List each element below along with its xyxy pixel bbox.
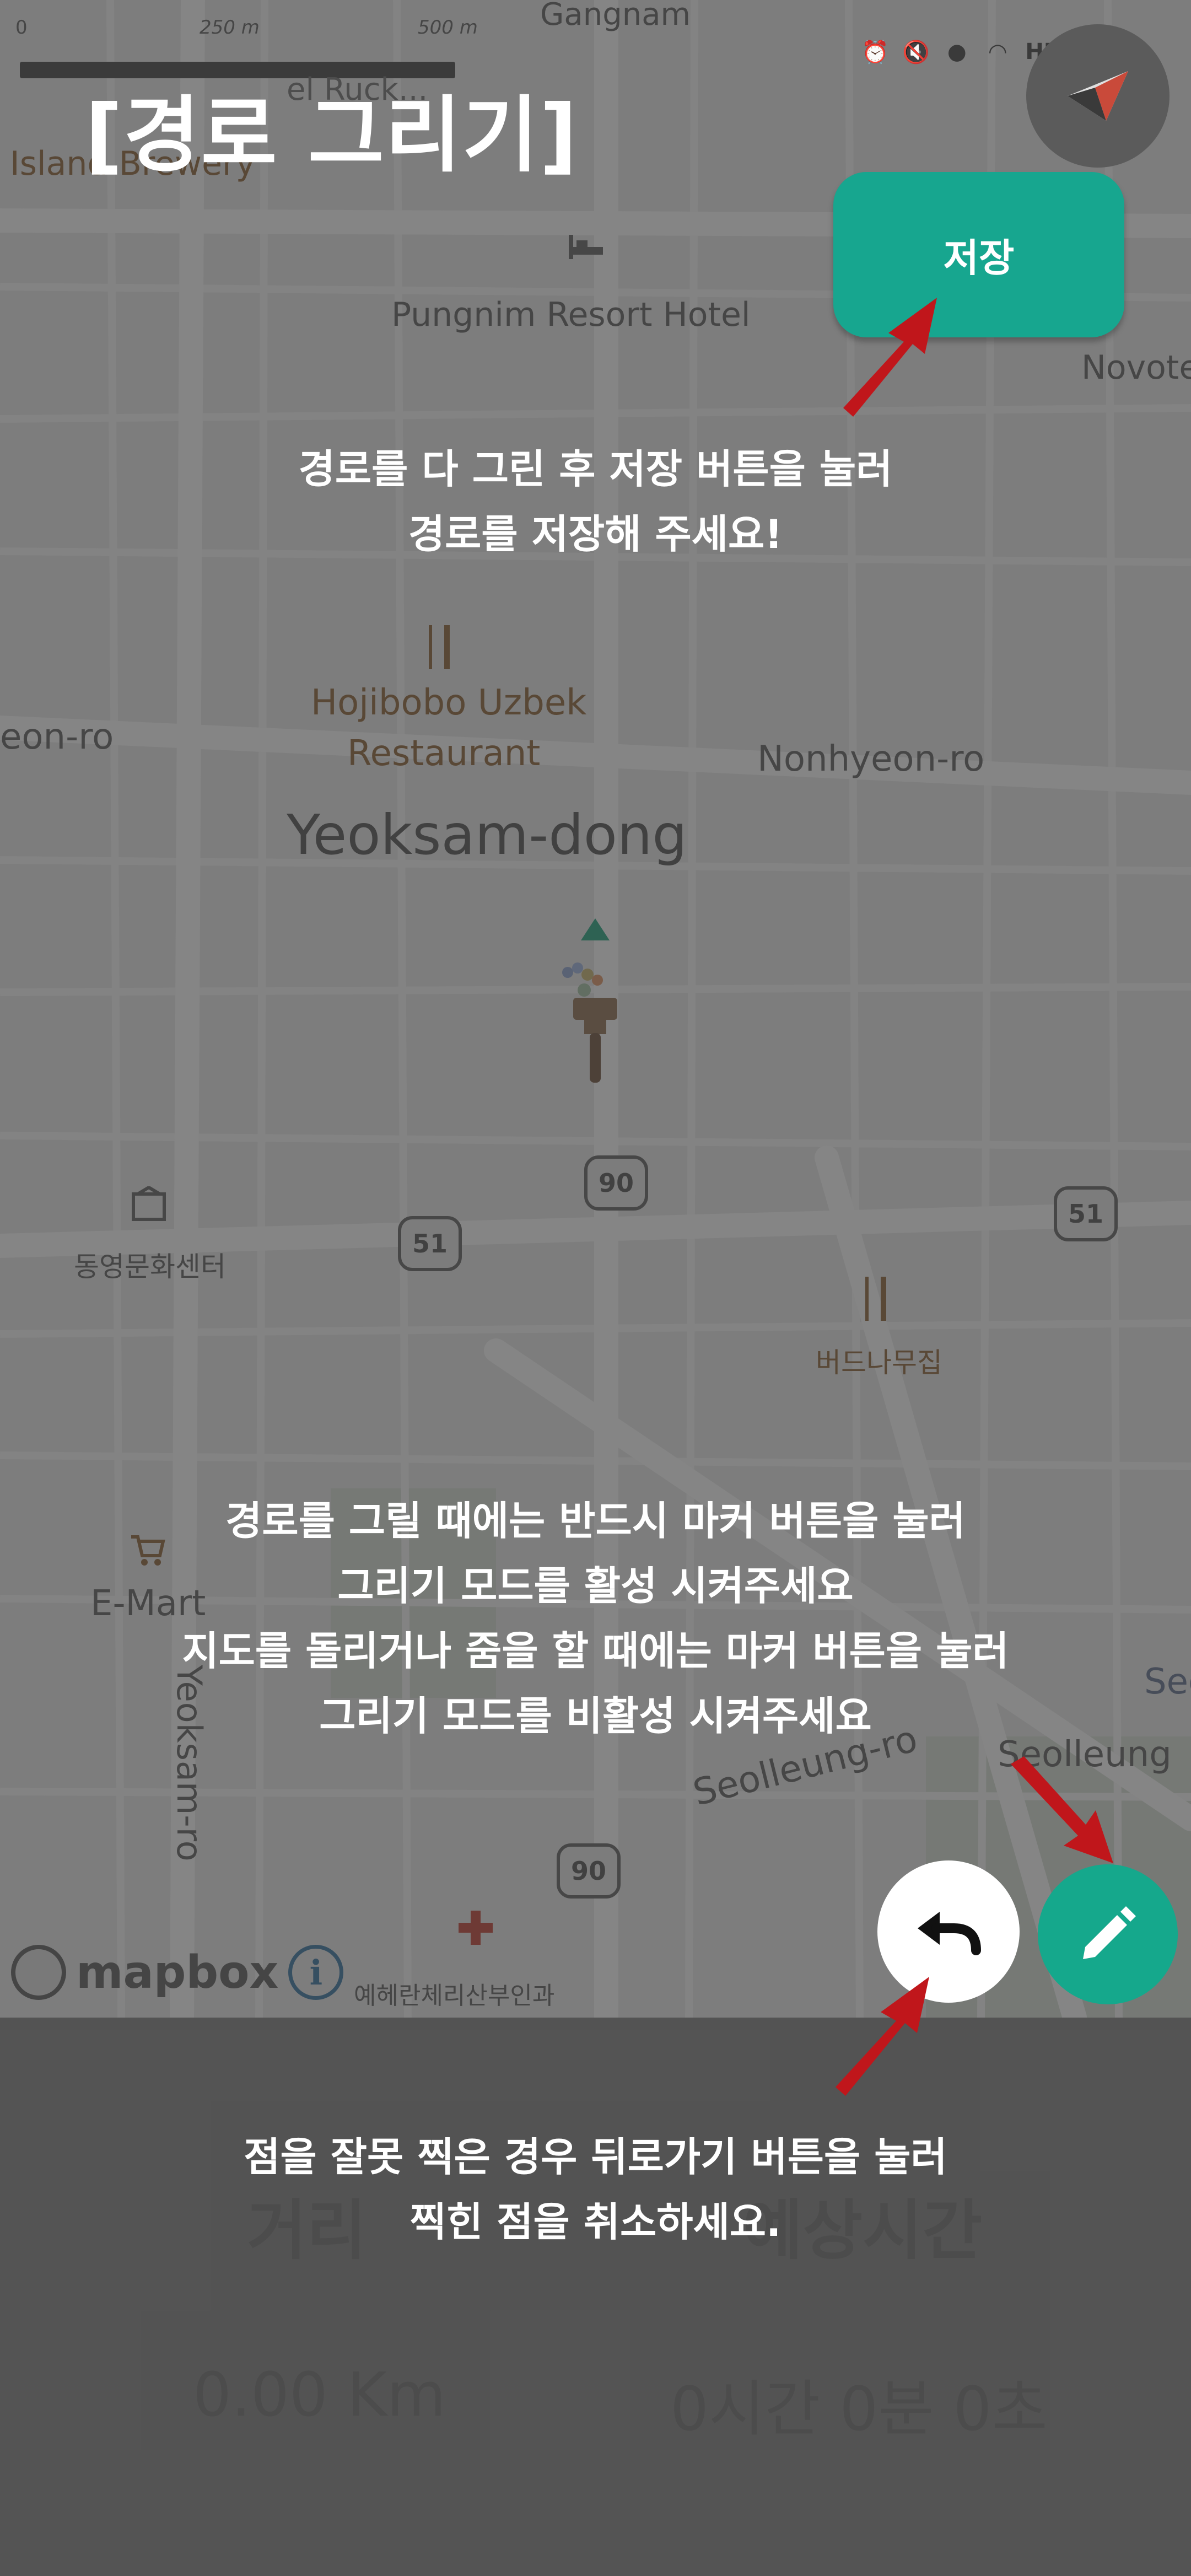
alarm-icon: ⏰ <box>861 39 890 65</box>
map-label-restaurant-tree: 버드나무집 <box>816 1347 942 1379</box>
undo-hint-line-1: 점을 잘못 찍은 경우 뒤로가기 버튼을 눌러 <box>244 2134 947 2180</box>
restaurant-icon-2 <box>865 1277 886 1321</box>
arrow-to-save-icon <box>843 298 937 417</box>
arrow-to-undo-icon <box>836 1977 929 2096</box>
draw-mode-button[interactable] <box>1038 1864 1178 2004</box>
scale-500: 500 m <box>418 17 478 39</box>
save-hint-caption: 경로를 다 그린 후 저장 버튼을 눌러 경로를 저장해 주세요! <box>0 437 1191 567</box>
hospital-icon <box>459 1911 493 1945</box>
mapbox-wordmark: mapbox <box>76 1946 279 1999</box>
scale-zero: 0 <box>15 17 28 39</box>
road-shield-90: 90 <box>584 1155 648 1211</box>
route-stats-panel: 거리 예상시간 0.00 Km 0시간 0분 0초 <box>0 2018 1191 2576</box>
map-label-clinic: 예헤란체리산부인과 <box>354 1982 555 2010</box>
location-icon: ● <box>947 39 967 64</box>
road-shield-51-east: 51 <box>1054 1186 1118 1241</box>
draw-hint-line-1: 경로를 그릴 때에는 반드시 마커 버튼을 눌러 <box>225 1498 966 1544</box>
map-label-yeoksam-dong: Yeoksam-dong <box>287 803 687 867</box>
scale-250: 250 m <box>200 17 260 39</box>
map-label-eon-ro: eon-ro <box>0 717 114 757</box>
save-hint-line-1: 경로를 다 그린 후 저장 버튼을 눌러 <box>298 446 893 492</box>
estimated-time-value: 0시간 0분 0초 <box>670 2374 1048 2444</box>
mute-icon: 🔇 <box>902 39 930 65</box>
info-icon[interactable]: i <box>288 1945 344 2000</box>
map-label-gangnam: Gangnam <box>540 0 691 33</box>
map-label-novotel: Novotel <box>1081 348 1191 387</box>
map-label-community-center: 동영문화센터 <box>74 1251 226 1283</box>
mapbox-attribution[interactable]: mapbox i <box>11 1945 344 2000</box>
map-label-hojibobo-1: Hojibobo Uzbek <box>311 682 587 723</box>
undo-hint-line-2: 찍힌 점을 취소하세요. <box>409 2199 782 2245</box>
compass-button[interactable] <box>1026 24 1170 168</box>
draw-hint-line-3: 지도를 돌리거나 줌을 할 때에는 마커 버튼을 눌러 <box>182 1628 1009 1674</box>
undo-arrow-icon <box>918 1912 981 1955</box>
pencil-icon <box>1083 1906 1136 1959</box>
compass-icon <box>1068 71 1128 121</box>
road-shield-90-south: 90 <box>557 1843 621 1899</box>
draw-hint-line-4: 그리기 모드를 비활성 시켜주세요 <box>319 1693 872 1739</box>
draw-hint-caption: 경로를 그릴 때에는 반드시 마커 버튼을 눌러 그리기 모드를 활성 시켜주세… <box>0 1488 1191 1749</box>
wifi-icon: ◠ <box>989 39 1006 64</box>
road-shield-51: 51 <box>398 1216 462 1271</box>
hotel-icon <box>569 235 603 259</box>
arrow-to-draw-icon <box>1011 1756 1113 1863</box>
distance-value: 0.00 Km <box>193 2359 446 2430</box>
draw-hint-line-2: 그리기 모드를 활성 시켜주세요 <box>337 1563 854 1609</box>
restaurant-icon <box>429 625 450 669</box>
undo-hint-caption: 점을 잘못 찍은 경우 뒤로가기 버튼을 눌러 찍힌 점을 취소하세요. <box>0 2125 1191 2255</box>
map-label-hojibobo-2: Restaurant <box>347 733 541 774</box>
save-hint-line-2: 경로를 저장해 주세요! <box>408 511 783 557</box>
map-label-pungnim: Pungnim Resort Hotel <box>391 295 751 334</box>
map-label-nonhyeon-ro: Nonhyeon-ro <box>757 739 985 779</box>
community-center-icon <box>132 1186 166 1221</box>
current-location-marker <box>562 918 617 1083</box>
mapbox-logo-icon <box>11 1945 66 2000</box>
page-title: [경로 그리기] <box>85 88 579 184</box>
